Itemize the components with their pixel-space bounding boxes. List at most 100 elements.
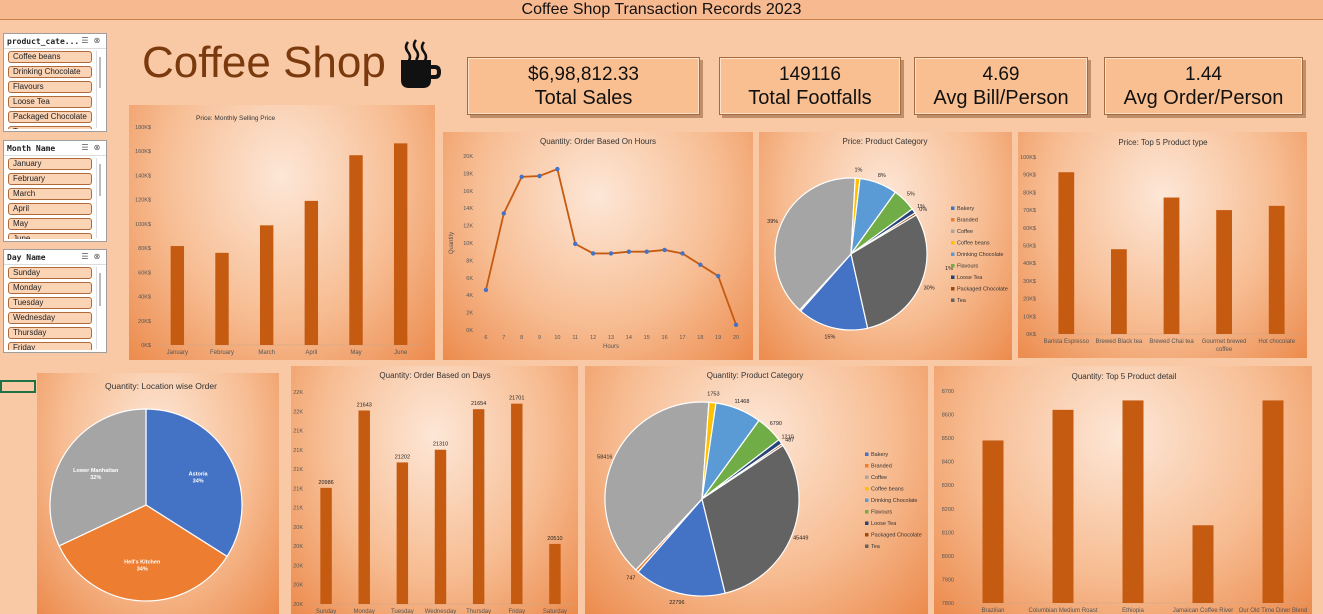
slicer-item[interactable]: March bbox=[8, 188, 92, 200]
slicer-scrollbar[interactable] bbox=[96, 51, 103, 128]
legend-entry: Tea bbox=[957, 298, 967, 304]
y-tick-label: 8K bbox=[466, 258, 473, 264]
legend-swatch bbox=[865, 475, 869, 479]
slicer-item[interactable]: Coffee beans bbox=[8, 51, 92, 63]
legend-swatch bbox=[951, 218, 955, 222]
multi-select-icon[interactable]: ☰ bbox=[79, 143, 91, 153]
slicer-item[interactable]: Drinking Chocolate bbox=[8, 66, 92, 78]
slice-value: 32% bbox=[90, 475, 101, 481]
data-line bbox=[485, 167, 737, 326]
x-tick-label: 17 bbox=[679, 335, 685, 341]
y-tick-label: 20K bbox=[293, 583, 303, 589]
bar bbox=[1122, 400, 1144, 603]
legend-entry: Branded bbox=[871, 464, 892, 470]
x-tick-label: 11 bbox=[572, 335, 578, 341]
multi-select-icon[interactable]: ☰ bbox=[79, 36, 91, 46]
chart-top5-product-type[interactable]: Price: Top 5 Product type 0K$ 10K$ 20K$ 30K$… bbox=[1018, 132, 1307, 358]
y-tick-label: 14K bbox=[463, 206, 473, 212]
slicer-item[interactable]: Sunday bbox=[8, 267, 92, 279]
slice-label: 11468 bbox=[735, 399, 750, 405]
slicer-scrollbar[interactable] bbox=[96, 158, 103, 238]
legend-entry: Loose Tea bbox=[957, 275, 983, 281]
y-tick-label: 20K bbox=[463, 154, 473, 160]
slicer-item[interactable]: Monday bbox=[8, 282, 92, 294]
y-tick-label: 21K bbox=[293, 429, 303, 435]
legend-swatch bbox=[951, 252, 955, 256]
slicer-item[interactable]: Flavours bbox=[8, 81, 92, 93]
chart-location-order[interactable]: Quantity: Location wise Order Astoria 34% H… bbox=[37, 373, 279, 614]
slicer-item[interactable]: January bbox=[8, 158, 92, 170]
clear-filter-icon[interactable]: ⊗ bbox=[91, 36, 103, 46]
slicer-item[interactable]: Loose Tea bbox=[8, 96, 92, 108]
x-tick-label: 12 bbox=[590, 335, 596, 341]
location-pie-chart: Quantity: Location wise OrderAstoria 34%H… bbox=[49, 381, 243, 602]
y-tick-label: 12K bbox=[463, 224, 473, 230]
y-tick-label: 90K$ bbox=[1023, 173, 1036, 179]
slicer-item[interactable]: Friday bbox=[8, 342, 92, 350]
legend-swatch bbox=[951, 229, 955, 233]
legend-swatch bbox=[951, 264, 955, 268]
slice-label: 15% bbox=[824, 334, 835, 340]
bar bbox=[549, 543, 561, 604]
clear-filter-icon[interactable]: ⊗ bbox=[91, 252, 103, 262]
chart-order-hours[interactable]: Quantity: Order Based On Hours 0K 2K 4K 6K 8K… bbox=[443, 132, 753, 360]
x-tick-label: Tuesday bbox=[391, 609, 414, 614]
y-tick-label: 22K bbox=[293, 409, 303, 415]
slicer-item[interactable]: Thursday bbox=[8, 327, 92, 339]
slicer-item[interactable]: April bbox=[8, 203, 92, 215]
slicer-day-name[interactable]: Day Name ☰ ⊗ Sunday Monday Tuesday Wednesday T… bbox=[3, 249, 107, 353]
y-tick-label: 120K$ bbox=[135, 198, 151, 204]
y-tick-label: 21K bbox=[293, 506, 303, 512]
y-tick-label: 8100 bbox=[942, 530, 954, 536]
selected-cell[interactable] bbox=[0, 380, 36, 393]
chart-order-days[interactable]: Quantity: Order Based on Days 20K 20K 20K 20… bbox=[291, 366, 578, 614]
bar bbox=[1268, 205, 1285, 334]
data-point bbox=[483, 287, 489, 293]
y-tick-label: 20K$ bbox=[138, 319, 151, 325]
kpi-label: Avg Bill/Person bbox=[933, 87, 1069, 109]
multi-select-icon[interactable]: ☰ bbox=[79, 252, 91, 262]
clear-filter-icon[interactable]: ⊗ bbox=[91, 143, 103, 153]
chart-qty-category[interactable]: Quantity: Product Category 22796 747 58416 1… bbox=[585, 366, 928, 614]
kpi-value: 149116 bbox=[779, 64, 841, 85]
bar bbox=[434, 449, 447, 604]
chart-title: Price: Monthly Selling Price bbox=[196, 115, 275, 122]
kpi-value: $6,98,812.33 bbox=[528, 64, 639, 85]
data-label: 21643 bbox=[357, 402, 372, 408]
y-tick-label: 80K$ bbox=[1023, 190, 1036, 196]
x-tick-label: 19 bbox=[715, 335, 721, 341]
slicer-product-category[interactable]: product_cate... ☰ ⊗ Coffee beans Drinking C… bbox=[3, 33, 107, 132]
x-tick-label: January bbox=[167, 350, 188, 356]
chart-price-category[interactable]: Price: Product Category 15% 39% 1% 8% 5% 1% 0% 3… bbox=[759, 132, 1012, 360]
legend-entry: Coffee bbox=[957, 229, 973, 235]
slicer-item[interactable]: Tea bbox=[8, 126, 92, 129]
kpi-total-footfalls: 149116 Total Footfalls bbox=[719, 57, 901, 115]
slicer-scrollbar[interactable] bbox=[96, 267, 103, 349]
slicer-item[interactable]: Wednesday bbox=[8, 312, 92, 324]
data-point bbox=[662, 247, 667, 253]
y-tick-label: 4K bbox=[466, 293, 473, 299]
x-tick-label: 14 bbox=[626, 335, 632, 341]
y-axis-label: Quantity bbox=[449, 232, 455, 254]
slicer-item[interactable]: Tuesday bbox=[8, 297, 92, 309]
slicer-month-name[interactable]: Month Name ☰ ⊗ January February March April Ma… bbox=[3, 140, 107, 242]
data-point bbox=[519, 174, 524, 180]
chart-top5-product-detail[interactable]: Quantity: Top 5 Product detail 7800 7900 80… bbox=[934, 366, 1312, 614]
x-tick-label: 13 bbox=[608, 335, 614, 341]
legend-entry: Tea bbox=[871, 544, 881, 550]
y-tick-label: 50K$ bbox=[1023, 244, 1036, 250]
legend-swatch bbox=[865, 533, 869, 537]
x-tick-label: Friday bbox=[508, 609, 525, 614]
slice-label: 487 bbox=[785, 438, 794, 444]
bar bbox=[1163, 197, 1180, 334]
slicer-item[interactable]: May bbox=[8, 218, 92, 230]
slicer-item[interactable]: February bbox=[8, 173, 92, 185]
slicer-item[interactable]: Packaged Chocolate bbox=[8, 111, 92, 123]
slicer-item[interactable]: June bbox=[8, 233, 92, 239]
kpi-total-sales: $6,98,812.33 Total Sales bbox=[467, 57, 700, 115]
x-tick-label: Ethiopia bbox=[1122, 608, 1144, 614]
chart-monthly-selling-price[interactable]: Price: Monthly Selling Price 0K$ 20K$ 40K$ 6… bbox=[129, 105, 435, 360]
legend-entry: Packaged Chocolate bbox=[957, 287, 1008, 293]
x-tick-label: 8 bbox=[520, 335, 523, 341]
y-tick-label: 140K$ bbox=[135, 173, 151, 179]
